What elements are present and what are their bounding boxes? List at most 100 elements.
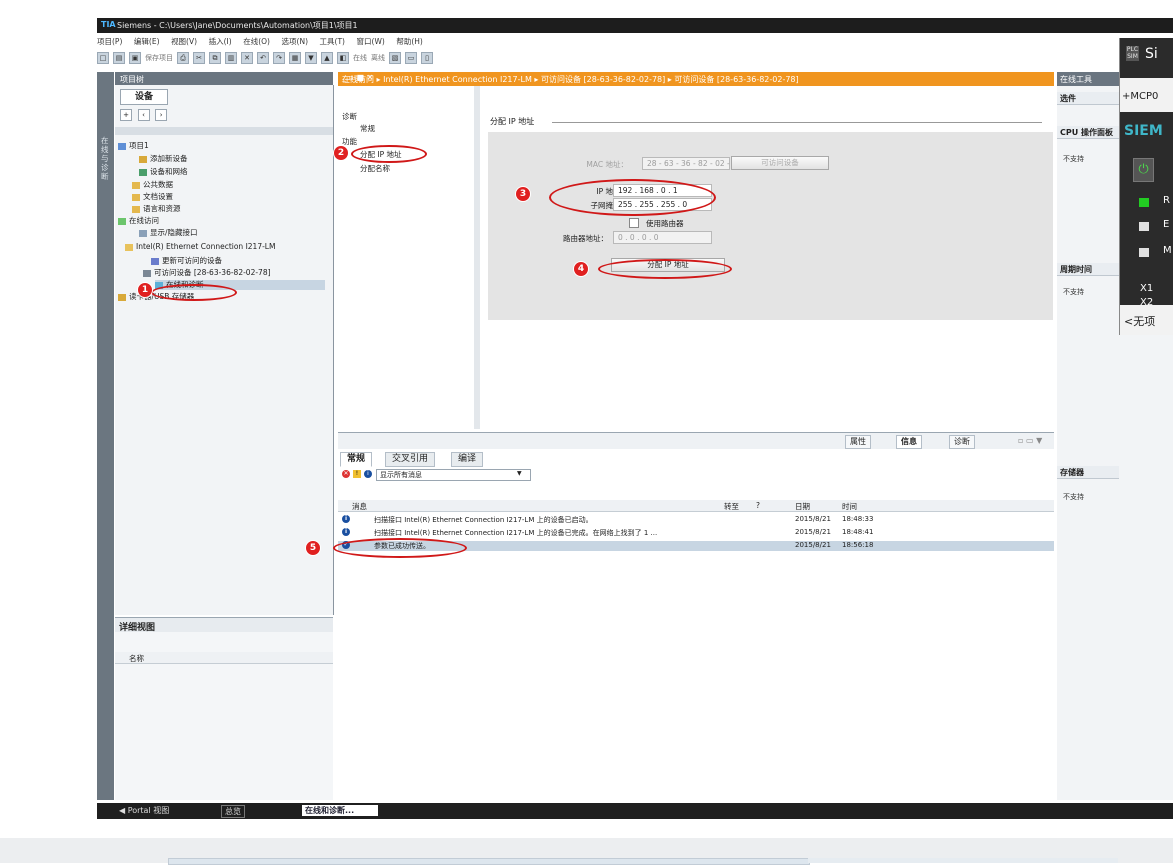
tab-cross-reference[interactable]: 交叉引用 — [385, 452, 436, 467]
tree-item-show-hide-interfaces[interactable]: 显示/隐藏接口 — [139, 228, 198, 238]
project-icon — [118, 142, 126, 150]
cpu-not-supported: 不支持 — [1063, 155, 1084, 163]
power-icon[interactable]: ⏻ — [1133, 158, 1154, 182]
error-filter-icon[interactable]: ✕ — [342, 470, 350, 478]
open-project-icon[interactable]: ▤ — [113, 52, 125, 64]
col-message[interactable]: 消息 — [352, 501, 367, 512]
save-icon[interactable]: ▣ — [129, 52, 141, 64]
warning-filter-icon[interactable]: ! — [353, 470, 361, 478]
paste-icon[interactable]: ▥ — [225, 52, 237, 64]
print-icon[interactable]: ⎙ — [177, 52, 189, 64]
use-router-checkbox[interactable] — [629, 218, 639, 228]
menu-project[interactable]: 项目(P) — [97, 36, 122, 47]
tree-item-add-device[interactable]: 添加新设备 — [139, 154, 188, 164]
table-row[interactable]: i 扫描接口 Intel(R) Ethernet Connection I217… — [338, 515, 1054, 525]
upload-icon[interactable]: ▲ — [321, 52, 333, 64]
tab-diagnostics[interactable]: 诊断 — [949, 435, 975, 449]
portal-taskbar: ◀ Portal 视图 总览 在线和诊断... — [97, 803, 1173, 819]
overview-button[interactable]: 总览 — [221, 805, 245, 818]
tab-compile[interactable]: 编译 — [451, 452, 484, 467]
menu-window[interactable]: 窗口(W) — [357, 36, 385, 47]
memory-section[interactable]: 存储器 — [1057, 466, 1119, 479]
detail-col-name[interactable]: 名称 — [115, 652, 333, 664]
tree-item-project[interactable]: 项目1 — [118, 141, 149, 151]
tab-devices[interactable]: 设备 — [120, 89, 168, 105]
nav-general[interactable]: 常规 — [360, 123, 375, 134]
accessible-devices-icon[interactable]: ▧ — [389, 52, 401, 64]
message-filter-select[interactable]: 显示所有消息 — [376, 469, 531, 481]
col-date[interactable]: 日期 — [795, 501, 810, 512]
copy-icon[interactable]: ⧉ — [209, 52, 221, 64]
col-time[interactable]: 时间 — [842, 501, 857, 512]
tree-item-ethernet-adapter[interactable]: Intel(R) Ethernet Connection I217-LM — [125, 242, 275, 252]
window-controls-icon[interactable]: _ ▫ ■ ✕ — [342, 73, 1050, 82]
col-question[interactable]: ? — [756, 501, 760, 510]
cut-icon[interactable]: ✂ — [193, 52, 205, 64]
tree-item-common-data[interactable]: 公共数据 — [132, 180, 173, 190]
delete-icon[interactable]: ✕ — [241, 52, 253, 64]
annotation-ellipse-5 — [333, 538, 467, 558]
go-offline-button[interactable]: 离线 — [371, 53, 385, 63]
mac-address-field: 28 - 63 - 36 - 82 - 02 - 78 — [642, 157, 742, 170]
project-tree-header: 项目树 — [115, 72, 333, 85]
download-icon[interactable]: ▼ — [305, 52, 317, 64]
menu-insert[interactable]: 插入(I) — [209, 36, 232, 47]
inspector-controls-icon[interactable]: ▫ ▭ ▼ — [1018, 436, 1042, 445]
tab-properties[interactable]: 属性 — [845, 435, 871, 449]
menu-edit[interactable]: 编辑(E) — [134, 36, 160, 47]
step-badge-1: 1 — [137, 282, 153, 298]
undo-icon[interactable]: ↶ — [257, 52, 269, 64]
network-adapter-icon — [125, 243, 133, 251]
nav-diagnostics[interactable]: 诊断 — [342, 111, 357, 122]
menu-bar: 项目(P) 编辑(E) 视图(V) 插入(I) 在线(O) 选项(N) 工具(T… — [97, 36, 1077, 49]
info-filter-icon[interactable]: i — [364, 470, 372, 478]
tab-general[interactable]: 常规 — [340, 452, 373, 467]
tree-item-accessible-device[interactable]: 可访问设备 [28-63-36-82-02-78] — [143, 268, 271, 278]
menu-online[interactable]: 在线(O) — [243, 36, 270, 47]
tree-item-update-accessible[interactable]: 更新可访问的设备 — [151, 256, 222, 266]
cpu-panel-section[interactable]: CPU 操作面板 — [1057, 126, 1119, 139]
side-tab-online-diagnostics[interactable]: 在线与诊断 — [97, 72, 114, 800]
tree-item-doc-settings[interactable]: 文档设置 — [132, 192, 173, 202]
tree-forward-icon[interactable]: › — [155, 109, 168, 121]
portal-view-button[interactable]: ◀ Portal 视图 — [119, 805, 169, 816]
split-horizontal-icon[interactable]: ▭ — [405, 52, 417, 64]
simulation-icon[interactable]: ◧ — [337, 52, 349, 64]
siemens-logo: SIEM — [1124, 123, 1163, 139]
tab-info[interactable]: 信息 — [896, 435, 922, 449]
menu-view[interactable]: 视图(V) — [171, 36, 197, 47]
menu-help[interactable]: 帮助(H) — [396, 36, 423, 47]
options-section[interactable]: 选件 — [1057, 92, 1119, 105]
new-project-icon[interactable]: □ — [97, 52, 109, 64]
menu-options[interactable]: 选项(N) — [282, 36, 308, 47]
accessible-devices-button[interactable]: 可访问设备 — [731, 156, 829, 170]
chevron-down-icon[interactable]: ▼ — [517, 470, 525, 478]
router-address-field: 0 . 0 . 0 . 0 — [613, 231, 712, 244]
plcsim-title: Si — [1145, 46, 1158, 62]
tree-back-icon[interactable]: ‹ — [137, 109, 150, 121]
split-vertical-icon[interactable]: ▯ — [421, 52, 433, 64]
tree-item-languages[interactable]: 语言和资源 — [132, 204, 181, 214]
project-tree-panel: 设备 + ‹ › 项目1 添加新设备 设备和网络 公共数据 文档设置 语言和资源… — [115, 85, 334, 615]
menu-tools[interactable]: 工具(T) — [320, 36, 345, 47]
online-diag-task-button[interactable]: 在线和诊断... — [302, 805, 378, 816]
nav-assign-name[interactable]: 分配名称 — [360, 163, 390, 174]
online-tools-title: 在线工具 — [1060, 75, 1092, 84]
bottom-field-2 — [808, 858, 1118, 863]
save-project-button[interactable]: 保存项目 — [145, 53, 173, 63]
tree-new-icon[interactable]: + — [120, 109, 132, 121]
redo-icon[interactable]: ↷ — [273, 52, 285, 64]
detail-view-panel: 名称 — [115, 632, 333, 800]
col-goto[interactable]: 转至 — [724, 501, 739, 512]
annotation-ellipse-3 — [549, 179, 716, 216]
folder-icon — [132, 205, 140, 213]
detail-view-header[interactable]: 详细视图 — [115, 617, 333, 633]
go-online-button[interactable]: 在线 — [353, 53, 367, 63]
cycle-time-section[interactable]: 周期时间 — [1057, 263, 1119, 276]
tree-item-online-access[interactable]: 在线访问 — [118, 216, 159, 226]
step-badge-2: 2 — [333, 145, 349, 161]
assign-ip-title: 分配 IP 地址 — [490, 117, 535, 126]
tree-item-devices-networks[interactable]: 设备和网络 — [139, 167, 188, 177]
table-row[interactable]: i 扫描接口 Intel(R) Ethernet Connection I217… — [338, 528, 1054, 538]
compile-icon[interactable]: ▦ — [289, 52, 301, 64]
